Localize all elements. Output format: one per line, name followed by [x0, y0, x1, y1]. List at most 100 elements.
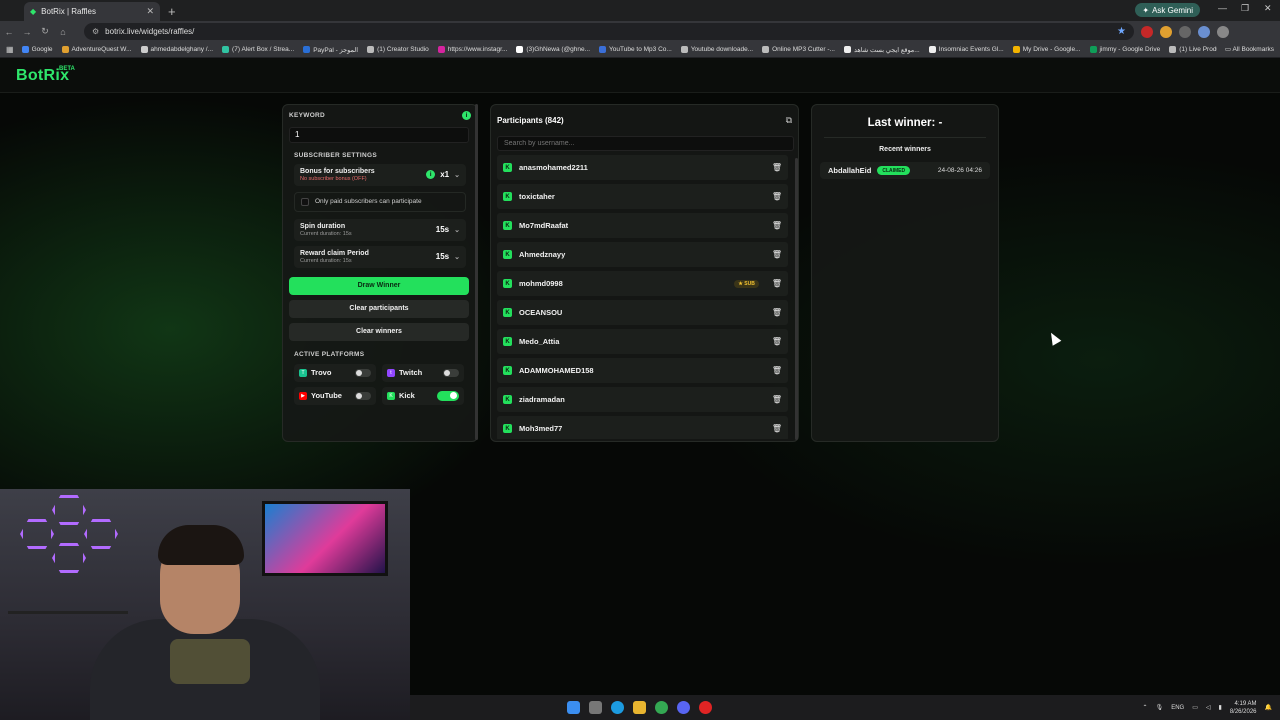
bookmark-item[interactable]: Google	[21, 46, 53, 54]
extension-red-icon[interactable]	[1141, 25, 1153, 38]
participant-search-input[interactable]	[497, 136, 794, 151]
delete-participant-icon[interactable]: 🗑	[772, 337, 782, 346]
participant-name: Medo_Attia	[519, 337, 560, 346]
participant-row[interactable]: Kmohmd0998 ★ SUB 🗑	[497, 271, 788, 296]
back-icon[interactable]: ←	[0, 27, 18, 37]
bonus-status: No subscriber bonus (OFF)	[300, 175, 367, 182]
tab-close-icon[interactable]: ✕	[146, 6, 154, 17]
bookmark-item[interactable]: (7) Alert Box / Strea...	[222, 46, 294, 54]
kick-toggle[interactable]	[437, 390, 459, 401]
tray-chevron-icon[interactable]: ⌃	[1143, 704, 1148, 711]
new-tab-icon[interactable]: +	[168, 4, 176, 19]
file-explorer-icon[interactable]	[633, 701, 646, 714]
delete-participant-icon[interactable]: 🗑	[772, 395, 782, 404]
windows-start-icon[interactable]	[567, 701, 580, 714]
edge-icon[interactable]	[611, 701, 624, 714]
copy-icon[interactable]: ⧉	[786, 115, 792, 126]
only-paid-checkbox-row[interactable]: Only paid subscribers can participate	[294, 191, 466, 212]
participant-row[interactable]: K Ahmedznayy 🗑	[497, 242, 788, 267]
delete-participant-icon[interactable]: 🗑	[772, 250, 782, 259]
task-view-icon[interactable]	[589, 701, 602, 714]
reward-period-select[interactable]: 15s	[436, 252, 449, 261]
bookmark-item[interactable]: jimmy - Google Drive	[1089, 46, 1161, 54]
bonus-multiplier-select[interactable]: x1	[440, 170, 449, 179]
network-icon[interactable]: ▭	[1192, 704, 1198, 711]
ask-gemini-button[interactable]: ✦ Ask Gemini	[1135, 3, 1200, 17]
browser-tab[interactable]: ◆ BotRix | Raffles ✕	[24, 2, 160, 21]
extension-yellow-icon[interactable]	[1160, 25, 1172, 38]
minimize-icon[interactable]: —	[1218, 3, 1227, 13]
delete-participant-icon[interactable]: 🗑	[772, 163, 782, 172]
volume-icon[interactable]: ◁	[1206, 704, 1211, 711]
discord-icon[interactable]	[677, 701, 690, 714]
url-bar[interactable]: ⚙ botrix.live/widgets/raffles/ ★	[84, 23, 1134, 40]
profile-avatar-icon[interactable]	[1198, 25, 1210, 38]
obs-icon[interactable]	[699, 701, 712, 714]
bookmark-item[interactable]: Insomniac Events Gl...	[928, 46, 1004, 54]
participant-row[interactable]: K Mo7mdRaafat 🗑	[497, 213, 788, 238]
chrome-icon[interactable]	[655, 701, 668, 714]
apps-grid-icon[interactable]: ▦	[6, 45, 14, 54]
bookmark-favicon-icon	[61, 46, 69, 53]
delete-participant-icon[interactable]: 🗑	[772, 308, 782, 317]
all-bookmarks-link[interactable]: ▭ All Bookmarks	[1216, 45, 1274, 53]
participant-row[interactable]: K Moh3med77 🗑	[497, 416, 788, 439]
extension-puzzle-icon[interactable]	[1179, 25, 1191, 38]
settings-scrollbar[interactable]	[475, 104, 478, 440]
draw-winner-button[interactable]: Draw Winner	[289, 276, 469, 295]
bookmark-item[interactable]: YouTube to Mp3 Co...	[599, 46, 672, 54]
chevron-down-icon[interactable]: ⌄	[454, 171, 460, 179]
chevron-down-icon[interactable]: ⌄	[454, 253, 460, 261]
battery-icon[interactable]: ▮	[1219, 704, 1222, 711]
language-indicator[interactable]: ENG	[1171, 705, 1184, 711]
reload-icon[interactable]: ↻	[36, 26, 54, 37]
participant-row[interactable]: Kanasmohamed2211 🗑	[497, 155, 788, 180]
browser-menu-icon[interactable]	[1217, 25, 1229, 38]
kick-icon: K	[503, 192, 512, 201]
site-info-icon[interactable]: ⚙	[92, 27, 99, 36]
clear-winners-button[interactable]: Clear winners	[289, 322, 469, 341]
bookmark-item[interactable]: (1) Creator Studio	[367, 46, 429, 54]
keyword-input[interactable]	[289, 126, 469, 143]
delete-participant-icon[interactable]: 🗑	[772, 424, 782, 433]
delete-participant-icon[interactable]: 🗑	[772, 192, 782, 201]
bookmark-item[interactable]: Online MP3 Cutter -...	[762, 46, 835, 54]
delete-participant-icon[interactable]: 🗑	[772, 366, 782, 375]
participant-row[interactable]: K ADAMMOHAMED158 🗑	[497, 358, 788, 383]
bookmark-item[interactable]: AdventureQuest W...	[61, 46, 132, 54]
maximize-icon[interactable]: ❐	[1241, 3, 1249, 14]
participant-name: Moh3med77	[519, 424, 563, 433]
chevron-down-icon[interactable]: ⌄	[454, 226, 460, 234]
participant-row[interactable]: K OCEANSOU 🗑	[497, 300, 788, 325]
participant-row[interactable]: K Medo_Attia 🗑	[497, 329, 788, 354]
bookmark-item[interactable]: My Drive - Google...	[1012, 46, 1081, 54]
twitch-toggle[interactable]	[443, 368, 459, 377]
bookmark-item[interactable]: موقع ايجي بست شاهد...	[843, 46, 920, 54]
bookmark-item[interactable]: PayPal - الموجز	[303, 46, 358, 54]
bookmark-item[interactable]: (3)GhNewa (@ghne...	[516, 46, 590, 54]
platform-twitch: t Twitch	[382, 363, 464, 382]
notification-bell-icon[interactable]: 🔔	[1265, 704, 1272, 711]
bookmark-label: jimmy - Google Drive	[1099, 46, 1161, 53]
trovo-toggle[interactable]	[355, 368, 371, 377]
home-icon[interactable]: ⌂	[54, 27, 72, 37]
delete-participant-icon[interactable]: 🗑	[772, 221, 782, 230]
forward-icon[interactable]: →	[18, 27, 36, 37]
bookmark-item[interactable]: ahmedabdelghany /...	[140, 46, 213, 54]
only-paid-checkbox[interactable]	[301, 197, 309, 206]
participant-row[interactable]: Kziadramadan 🗑	[497, 387, 788, 412]
clear-participants-button[interactable]: Clear participants	[289, 299, 469, 318]
bonus-info-icon[interactable]: i	[426, 170, 436, 179]
spin-duration-select[interactable]: 15s	[436, 225, 449, 234]
bookmark-item[interactable]: Youtube downloade...	[680, 46, 753, 54]
window-close-icon[interactable]: ✕	[1264, 3, 1272, 14]
delete-participant-icon[interactable]: 🗑	[772, 279, 782, 288]
participant-row[interactable]: Ktoxictaher 🗑	[497, 184, 788, 209]
youtube-toggle[interactable]	[355, 391, 371, 400]
bookmark-item[interactable]: https://www.instagr...	[437, 46, 507, 54]
info-icon[interactable]: i	[462, 111, 471, 120]
bookmark-star-icon[interactable]: ★	[1117, 26, 1126, 37]
microphone-icon[interactable]: 🎙	[1156, 704, 1164, 711]
participants-scrollbar[interactable]	[795, 158, 798, 440]
system-clock[interactable]: 4:19 AM 8/26/2026	[1230, 700, 1257, 716]
